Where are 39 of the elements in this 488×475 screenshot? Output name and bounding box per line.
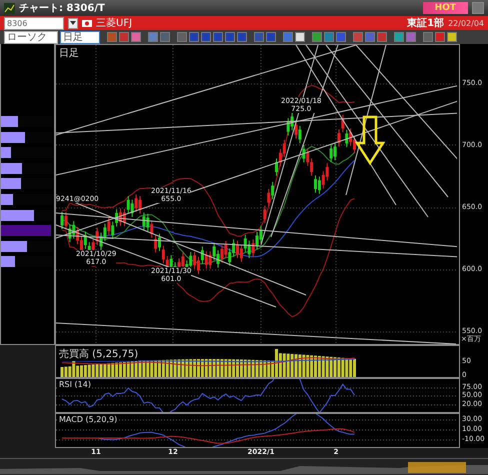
trend-line[interactable] [346, 45, 386, 196]
volume-profile-bar[interactable] [1, 147, 12, 158]
indicator-title: 売買高 (5,25,75) [59, 347, 138, 361]
date-label: 22/02/04 [448, 18, 484, 28]
trend-line[interactable] [56, 194, 306, 296]
hot-badge: HOT [422, 2, 468, 14]
down-arrow-icon [354, 116, 386, 166]
volume-profile-bar[interactable] [1, 256, 15, 268]
volume-profile-bar[interactable] [1, 210, 34, 221]
dropdown-button[interactable] [68, 18, 78, 28]
volume-profile-bar[interactable] [1, 162, 22, 174]
volume-profile-bar[interactable] [1, 240, 27, 252]
trend-line[interactable] [326, 45, 448, 198]
trend-line[interactable] [56, 112, 457, 134]
trend-line[interactable] [270, 45, 338, 238]
market-label: 東証1部 [407, 16, 444, 30]
volume-profile-bar[interactable] [1, 178, 21, 190]
period-select[interactable]: 日足 [60, 30, 100, 44]
trend-line[interactable] [56, 45, 356, 136]
side-panel [0, 345, 55, 378]
period-label: 日足 [59, 46, 79, 60]
flag-icon [82, 20, 92, 26]
chart-type-select[interactable]: ローソク [4, 30, 58, 44]
volume-profile-bar[interactable] [1, 116, 18, 127]
window-title: チャート: 8306/T [19, 2, 106, 15]
trend-line[interactable] [56, 224, 276, 308]
trend-line[interactable] [56, 322, 456, 344]
trend-line[interactable] [56, 212, 457, 248]
caret-icon [70, 21, 76, 25]
trend-line[interactable] [56, 234, 457, 258]
company-name: 三菱UFJ [96, 16, 134, 30]
symbol-code-field[interactable]: 8306 [4, 16, 64, 30]
trend-line[interactable] [56, 100, 457, 238]
trend-line[interactable] [56, 84, 457, 176]
chart-app-icon [4, 2, 15, 14]
volume-profile-bar[interactable] [1, 132, 25, 143]
indicator-title: RSI (14) [59, 380, 91, 389]
volume-profile-bar[interactable] [1, 194, 14, 205]
indicator-title: MACD (5,20,9) [59, 415, 118, 424]
